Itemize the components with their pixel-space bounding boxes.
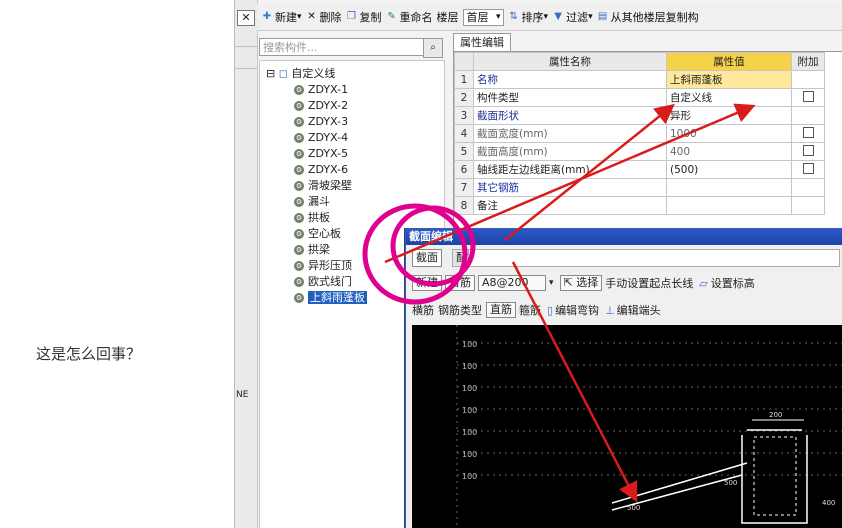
red-arrows <box>384 103 756 503</box>
question-text: 这是怎么回事？ <box>36 345 142 363</box>
annotation-overlay <box>362 103 756 503</box>
app-screenshot: ✕ NE ✚新建▾ ✕删除 ❐复制 ✎重命名 楼层首层 ⇅排序▾ ▼过滤▾ ▤从… <box>234 0 842 528</box>
magenta-circles <box>362 203 476 305</box>
